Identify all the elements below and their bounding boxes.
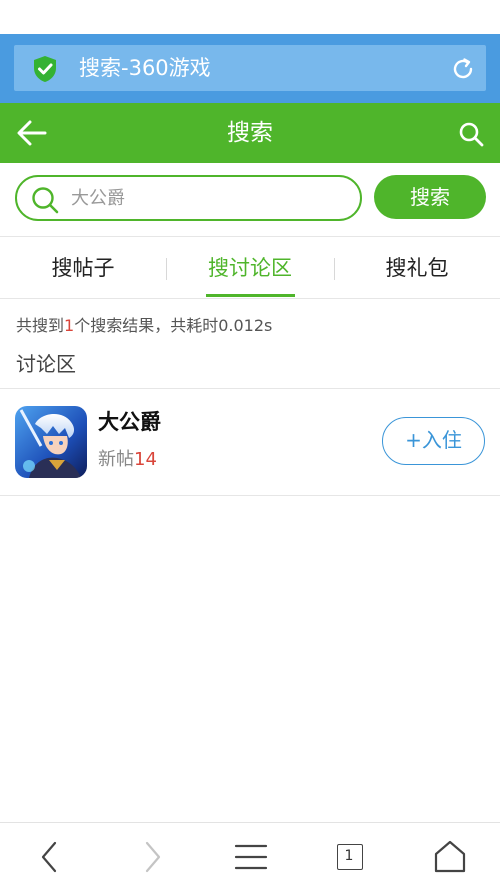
search-input[interactable]: 大公爵 xyxy=(15,175,362,221)
divider xyxy=(0,236,500,237)
divider xyxy=(0,298,500,299)
home-icon[interactable] xyxy=(430,837,470,877)
page-header: 搜索 xyxy=(0,103,500,163)
tab-posts[interactable]: 搜帖子 xyxy=(0,252,166,284)
new-posts-count: 14 xyxy=(134,449,157,470)
address-bar[interactable]: 搜索-360游戏 xyxy=(14,45,486,91)
browser-toolbar: 搜索-360游戏 xyxy=(0,34,500,103)
summary-prefix: 共搜到 xyxy=(16,316,65,335)
chevron-left-icon[interactable] xyxy=(31,837,71,877)
menu-icon[interactable] xyxy=(231,837,271,877)
search-icon xyxy=(32,187,59,214)
summary-suffix: 个搜索结果，共耗时0.012s xyxy=(74,316,273,335)
new-posts-label: 新帖 xyxy=(98,449,134,470)
search-button[interactable]: 搜索 xyxy=(374,175,486,219)
tab-forums[interactable]: 搜讨论区 xyxy=(167,252,333,284)
result-count: 1 xyxy=(64,316,75,335)
search-input-value: 大公爵 xyxy=(71,188,125,209)
result-summary: 共搜到1个搜索结果，共耗时0.012s xyxy=(16,314,272,338)
tab-count: 1 xyxy=(344,848,354,864)
game-name[interactable]: 大公爵 xyxy=(98,407,161,437)
list-item[interactable]: 大公爵 新帖14 +入住 xyxy=(0,389,500,495)
status-bar xyxy=(0,0,500,34)
chevron-right-icon[interactable] xyxy=(131,837,171,877)
divider xyxy=(0,495,500,496)
section-label: 讨论区 xyxy=(16,352,76,376)
new-posts: 新帖14 xyxy=(98,447,157,473)
shield-check-icon xyxy=(34,56,56,82)
address-title: 搜索-360游戏 xyxy=(79,56,211,80)
active-tab-indicator xyxy=(206,294,295,297)
browser-bottom-nav: 1 xyxy=(0,822,500,888)
search-icon[interactable] xyxy=(458,121,484,147)
game-icon[interactable] xyxy=(15,406,87,478)
tab-gifts[interactable]: 搜礼包 xyxy=(334,252,500,284)
reload-icon[interactable] xyxy=(450,56,476,82)
page-title: 搜索 xyxy=(227,120,273,146)
join-button[interactable]: +入住 xyxy=(382,417,485,465)
tabs-icon[interactable]: 1 xyxy=(337,844,363,870)
